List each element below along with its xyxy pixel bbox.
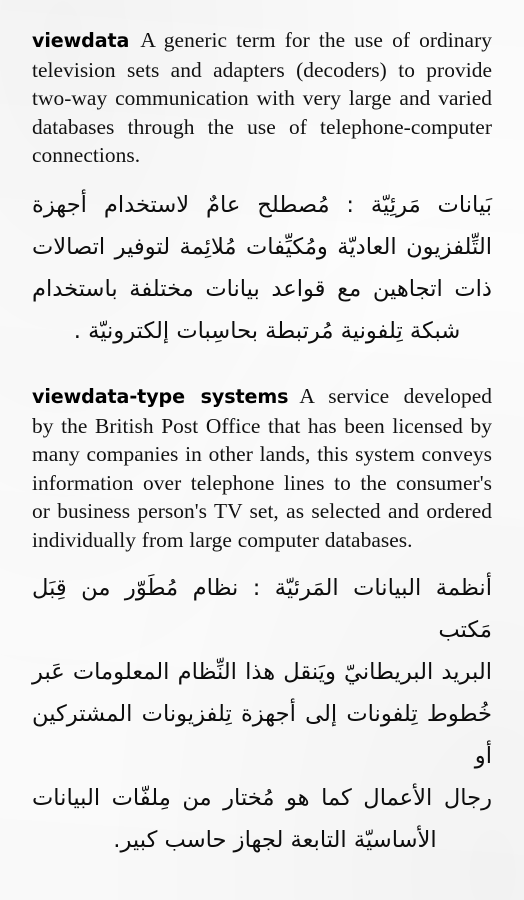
arabic-line: البريد البريطانيّ ويَنقل هذا النِّظام ال… [32,658,492,685]
entry-viewdata-arabic-definition: بَيانات مَرئِيّة : مُصطلح عامٌ لاستخدام … [32,184,492,352]
entry-viewdata-type-systems-headword: viewdata-type systems [32,384,289,408]
arabic-line: أنظمة البيانات المَرئيّة : نظام مُطَوّر … [32,574,492,643]
arabic-line: بَيانات مَرئِيّة : مُصطلح عامٌ لاستخدام … [32,191,492,218]
dictionary-entry-viewdata: viewdata A generic term for the use of or… [32,26,492,352]
entry-viewdata-type-systems-english-definition: viewdata-type systems A service developed… [32,382,492,555]
arabic-line: الأساسيّة التابعة لجهاز حاسب كبير. [113,826,437,853]
arabic-line: ذات اتجاهين مع قواعد بيانات مختلفة باستخ… [32,275,492,302]
entry-viewdata-headword: viewdata [32,29,130,52]
entry-viewdata-type-systems-definition-text: A service developed by the British Post … [32,383,492,552]
spacer-en-ar-1 [32,170,492,184]
arabic-line: شبكة تِلفونية مُرتبطة بحاسِبات إلكترونيّ… [73,317,461,344]
arabic-line: خُطوط تِلفونات إلى أجهزة تِلفزيونات المش… [32,700,492,769]
spacer-en-ar-2 [32,555,492,567]
arabic-line: التِّلفزيون العاديّة ومُكيِّفات مُلائِمة… [32,233,492,260]
dictionary-entry-viewdata-type-systems: viewdata-type systems A service developed… [32,382,492,861]
entry-viewdata-english-definition: viewdata A generic term for the use of or… [32,26,492,170]
spacer-entry-divider [32,352,492,382]
dictionary-page: viewdata A generic term for the use of or… [0,0,524,900]
entry-viewdata-type-systems-arabic-definition: أنظمة البيانات المَرئيّة : نظام مُطَوّر … [32,567,492,861]
arabic-line: رجال الأعمال كما هو مُختار من مِلفّات ال… [32,784,492,811]
